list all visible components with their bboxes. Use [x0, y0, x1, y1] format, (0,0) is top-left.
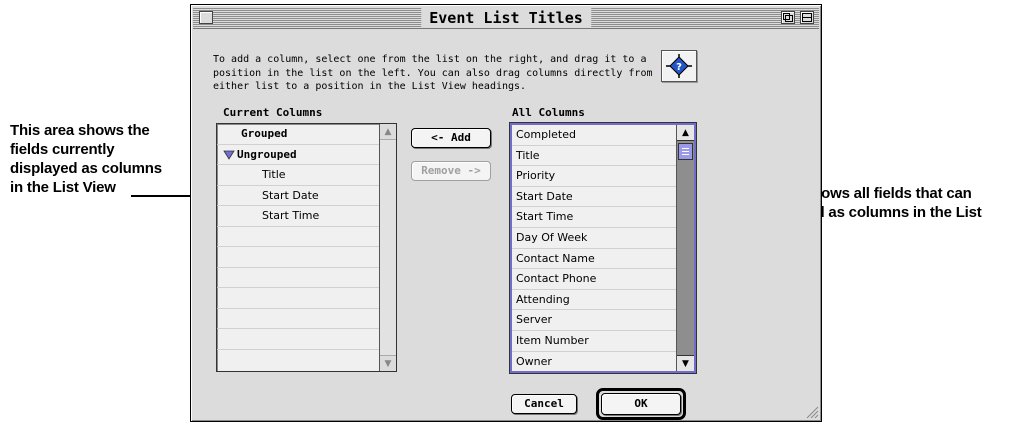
list-item-label: Server	[516, 313, 553, 327]
scroll-up-arrow-icon[interactable]: ▲	[677, 125, 694, 141]
instructions-text: To add a column, select one from the lis…	[213, 53, 653, 94]
list-item-start-date[interactable]: Start Date	[217, 186, 380, 206]
left-callout-line-3: displayed as columns	[10, 160, 162, 177]
all-columns-scrollbar[interactable]: ▲ ▼	[676, 125, 694, 371]
list-item[interactable]: Attending	[512, 290, 676, 311]
scroll-up-arrow-icon[interactable]: ▲	[380, 124, 396, 140]
list-item[interactable]: Day Of Week	[512, 228, 676, 249]
left-callout-line-2: fields currently	[10, 141, 115, 158]
empty-row	[217, 350, 380, 371]
list-item-grouped[interactable]: Grouped	[217, 124, 380, 145]
close-box-icon[interactable]	[199, 11, 213, 24]
empty-row	[217, 247, 380, 268]
left-callout: This area shows the fields currently dis…	[10, 121, 162, 197]
help-button[interactable]: ?	[661, 50, 697, 82]
list-item[interactable]: Title	[512, 146, 676, 167]
list-item-label: Start Time	[262, 209, 320, 222]
list-item[interactable]: Completed	[512, 125, 676, 146]
zoom-box-icon[interactable]	[781, 11, 795, 24]
list-item[interactable]: Contact Phone	[512, 269, 676, 290]
scroll-down-arrow-icon[interactable]: ▼	[677, 355, 694, 371]
current-columns-header: Current Columns	[223, 106, 323, 119]
list-item-label: Priority	[516, 169, 556, 183]
remove-button[interactable]: Remove ->	[411, 161, 491, 181]
window-title: Event List Titles	[421, 8, 591, 28]
add-button[interactable]: <- Add	[411, 128, 491, 148]
list-item-label: Title	[262, 168, 286, 181]
event-list-titles-dialog: Event List Titles To add a column, selec…	[190, 4, 822, 422]
list-item-label: Start Date	[262, 188, 319, 202]
help-diamond-icon: ?	[666, 54, 692, 78]
ok-button[interactable]: OK	[601, 393, 681, 415]
resize-grip-icon[interactable]	[803, 403, 819, 419]
empty-row	[217, 268, 380, 288]
current-columns-scrollbar[interactable]: ▲ ▼	[379, 124, 396, 371]
list-item[interactable]: Owner	[512, 352, 676, 373]
list-item-label: Start Date	[516, 189, 573, 203]
list-item[interactable]: Contact Name	[512, 249, 676, 270]
list-item-title[interactable]: Title	[217, 165, 380, 186]
list-item-label: Attending	[516, 292, 570, 306]
empty-row	[217, 309, 380, 329]
scroll-thumb[interactable]	[678, 143, 693, 160]
list-item-label: Item Number	[516, 334, 589, 347]
list-item-label: Start Time	[516, 210, 574, 224]
left-callout-line-1: This area shows the	[10, 122, 150, 139]
list-item[interactable]: Priority	[512, 166, 676, 187]
list-item-start-time[interactable]: Start Time	[217, 206, 380, 227]
list-item[interactable]: Item Number	[512, 331, 676, 352]
disclosure-triangle-icon[interactable]	[223, 150, 235, 160]
title-bar[interactable]: Event List Titles	[193, 7, 819, 29]
all-columns-header: All Columns	[512, 106, 585, 119]
svg-text:?: ?	[676, 62, 682, 73]
list-item-label: Contact Phone	[516, 272, 597, 286]
empty-row	[217, 329, 380, 350]
list-item[interactable]: Start Time	[512, 207, 676, 228]
empty-row	[217, 227, 380, 247]
list-item-label: Contact Name	[516, 251, 595, 265]
instructions-line-1: To add a column, select one from the lis…	[213, 54, 647, 65]
list-item-ungrouped[interactable]: Ungrouped	[217, 145, 380, 165]
list-item-label: Ungrouped	[237, 147, 297, 161]
scroll-down-arrow-icon[interactable]: ▼	[380, 355, 396, 371]
list-item[interactable]: Start Date	[512, 187, 676, 208]
instructions-line-2: position in the list on the left. You ca…	[213, 67, 653, 79]
all-columns-list[interactable]: Completed Title Priority Start Date Start Ti…	[510, 123, 696, 373]
list-item[interactable]: Server	[512, 310, 676, 331]
collapse-box-icon[interactable]	[800, 11, 814, 24]
cancel-button[interactable]: Cancel	[511, 394, 577, 414]
list-item-label: Completed	[516, 128, 576, 141]
instructions-line-3: either list to a position in the List Vi…	[213, 81, 527, 92]
current-columns-list[interactable]: Grouped Ungrouped Title Start Date Start…	[216, 123, 397, 372]
empty-row	[217, 288, 380, 309]
list-item-label: Grouped	[241, 127, 288, 140]
list-item-label: Day Of Week	[516, 231, 588, 244]
list-item-label: Owner	[516, 354, 552, 368]
list-item-label: Title	[516, 148, 540, 162]
